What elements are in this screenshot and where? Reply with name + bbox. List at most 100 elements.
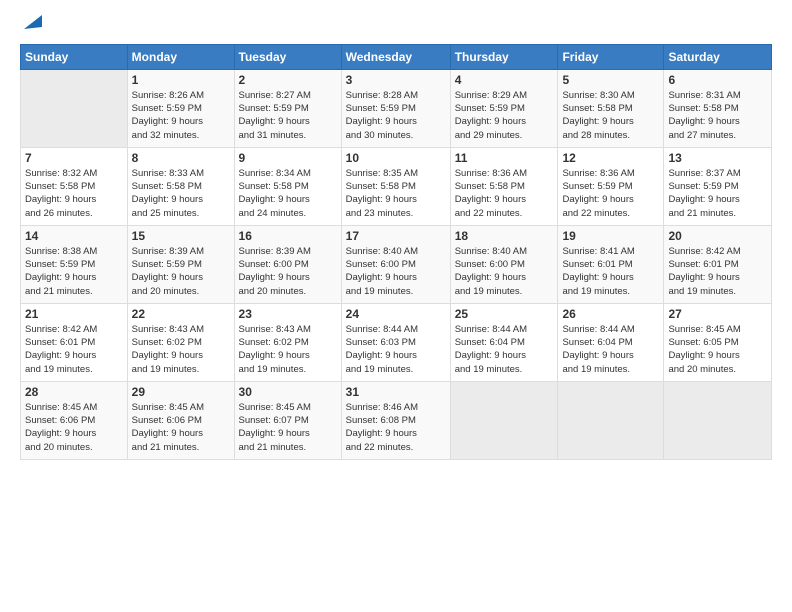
calendar-cell: 30Sunrise: 8:45 AM Sunset: 6:07 PM Dayli… — [234, 381, 341, 459]
calendar-cell: 4 Sunrise: 8:29 AM Sunset: 5:59 PM Daylig… — [450, 69, 558, 147]
day-number: 1 — [132, 73, 230, 87]
calendar-cell — [450, 381, 558, 459]
calendar-cell: 17 Sunrise: 8:40 AM Sunset: 6:00 PM Dayli… — [341, 225, 450, 303]
day-info: Sunrise: 8:41 AM Sunset: 6:01 PM Dayligh… — [562, 245, 659, 298]
header-day-friday: Friday — [558, 44, 664, 69]
day-number: 23 — [239, 307, 337, 321]
day-number: 17 — [346, 229, 446, 243]
calendar-cell: 25Sunrise: 8:44 AM Sunset: 6:04 PM Dayli… — [450, 303, 558, 381]
calendar-cell: 14 Sunrise: 8:38 AM Sunset: 5:59 PM Dayli… — [21, 225, 128, 303]
day-info: Sunrise: 8:42 AM Sunset: 6:01 PM Dayligh… — [668, 245, 767, 298]
day-info: Sunrise: 8:32 AM Sunset: 5:58 PM Dayligh… — [25, 167, 123, 220]
calendar-cell: 18 Sunrise: 8:40 AM Sunset: 6:00 PM Dayli… — [450, 225, 558, 303]
header-day-sunday: Sunday — [21, 44, 128, 69]
calendar-cell: 7 Sunrise: 8:32 AM Sunset: 5:58 PM Daylig… — [21, 147, 128, 225]
day-number: 16 — [239, 229, 337, 243]
day-info: Sunrise: 8:36 AM Sunset: 5:59 PM Dayligh… — [562, 167, 659, 220]
day-number: 15 — [132, 229, 230, 243]
day-number: 5 — [562, 73, 659, 87]
week-row-1: 7 Sunrise: 8:32 AM Sunset: 5:58 PM Daylig… — [21, 147, 772, 225]
day-info: Sunrise: 8:30 AM Sunset: 5:58 PM Dayligh… — [562, 89, 659, 142]
day-number: 9 — [239, 151, 337, 165]
day-info: Sunrise: 8:43 AM Sunset: 6:02 PM Dayligh… — [239, 323, 337, 376]
day-number: 14 — [25, 229, 123, 243]
calendar-cell: 27 Sunrise: 8:45 AM Sunset: 6:05 PM Dayli… — [664, 303, 772, 381]
day-number: 11 — [455, 151, 554, 165]
calendar-cell: 5 Sunrise: 8:30 AM Sunset: 5:58 PM Daylig… — [558, 69, 664, 147]
calendar-table: SundayMondayTuesdayWednesdayThursdayFrid… — [20, 44, 772, 460]
day-info: Sunrise: 8:26 AM Sunset: 5:59 PM Dayligh… — [132, 89, 230, 142]
day-info: Sunrise: 8:40 AM Sunset: 6:00 PM Dayligh… — [346, 245, 446, 298]
day-info: Sunrise: 8:45 AM Sunset: 6:06 PM Dayligh… — [132, 401, 230, 454]
calendar-cell: 11Sunrise: 8:36 AM Sunset: 5:58 PM Dayli… — [450, 147, 558, 225]
day-number: 2 — [239, 73, 337, 87]
day-info: Sunrise: 8:31 AM Sunset: 5:58 PM Dayligh… — [668, 89, 767, 142]
day-number: 21 — [25, 307, 123, 321]
day-info: Sunrise: 8:45 AM Sunset: 6:05 PM Dayligh… — [668, 323, 767, 376]
calendar-cell: 15Sunrise: 8:39 AM Sunset: 5:59 PM Dayli… — [127, 225, 234, 303]
calendar-cell: 6 Sunrise: 8:31 AM Sunset: 5:58 PM Daylig… — [664, 69, 772, 147]
day-number: 8 — [132, 151, 230, 165]
day-info: Sunrise: 8:34 AM Sunset: 5:58 PM Dayligh… — [239, 167, 337, 220]
day-info: Sunrise: 8:40 AM Sunset: 6:00 PM Dayligh… — [455, 245, 554, 298]
day-number: 26 — [562, 307, 659, 321]
calendar-cell: 13Sunrise: 8:37 AM Sunset: 5:59 PM Dayli… — [664, 147, 772, 225]
day-info: Sunrise: 8:42 AM Sunset: 6:01 PM Dayligh… — [25, 323, 123, 376]
day-number: 6 — [668, 73, 767, 87]
week-row-3: 21 Sunrise: 8:42 AM Sunset: 6:01 PM Dayli… — [21, 303, 772, 381]
day-info: Sunrise: 8:29 AM Sunset: 5:59 PM Dayligh… — [455, 89, 554, 142]
logo-arrow-icon — [22, 11, 44, 33]
day-info: Sunrise: 8:35 AM Sunset: 5:58 PM Dayligh… — [346, 167, 446, 220]
day-number: 7 — [25, 151, 123, 165]
week-row-4: 28Sunrise: 8:45 AM Sunset: 6:06 PM Dayli… — [21, 381, 772, 459]
day-number: 18 — [455, 229, 554, 243]
calendar-cell: 22Sunrise: 8:43 AM Sunset: 6:02 PM Dayli… — [127, 303, 234, 381]
calendar-cell: 9 Sunrise: 8:34 AM Sunset: 5:58 PM Daylig… — [234, 147, 341, 225]
calendar-cell: 31Sunrise: 8:46 AM Sunset: 6:08 PM Dayli… — [341, 381, 450, 459]
day-info: Sunrise: 8:37 AM Sunset: 5:59 PM Dayligh… — [668, 167, 767, 220]
day-info: Sunrise: 8:38 AM Sunset: 5:59 PM Dayligh… — [25, 245, 123, 298]
header-row: SundayMondayTuesdayWednesdayThursdayFrid… — [21, 44, 772, 69]
header — [20, 16, 772, 36]
page: SundayMondayTuesdayWednesdayThursdayFrid… — [0, 0, 792, 612]
day-info: Sunrise: 8:44 AM Sunset: 6:04 PM Dayligh… — [562, 323, 659, 376]
day-info: Sunrise: 8:43 AM Sunset: 6:02 PM Dayligh… — [132, 323, 230, 376]
day-number: 25 — [455, 307, 554, 321]
day-info: Sunrise: 8:28 AM Sunset: 5:59 PM Dayligh… — [346, 89, 446, 142]
calendar-cell — [664, 381, 772, 459]
calendar-cell: 21 Sunrise: 8:42 AM Sunset: 6:01 PM Dayli… — [21, 303, 128, 381]
day-info: Sunrise: 8:44 AM Sunset: 6:03 PM Dayligh… — [346, 323, 446, 376]
day-number: 24 — [346, 307, 446, 321]
day-info: Sunrise: 8:45 AM Sunset: 6:06 PM Dayligh… — [25, 401, 123, 454]
header-day-tuesday: Tuesday — [234, 44, 341, 69]
calendar-cell: 23 Sunrise: 8:43 AM Sunset: 6:02 PM Dayli… — [234, 303, 341, 381]
day-info: Sunrise: 8:39 AM Sunset: 6:00 PM Dayligh… — [239, 245, 337, 298]
calendar-cell: 2 Sunrise: 8:27 AM Sunset: 5:59 PM Daylig… — [234, 69, 341, 147]
header-day-monday: Monday — [127, 44, 234, 69]
day-number: 3 — [346, 73, 446, 87]
day-number: 4 — [455, 73, 554, 87]
day-number: 29 — [132, 385, 230, 399]
calendar-cell: 29 Sunrise: 8:45 AM Sunset: 6:06 PM Dayli… — [127, 381, 234, 459]
week-row-2: 14 Sunrise: 8:38 AM Sunset: 5:59 PM Dayli… — [21, 225, 772, 303]
day-info: Sunrise: 8:27 AM Sunset: 5:59 PM Dayligh… — [239, 89, 337, 142]
calendar-cell: 10 Sunrise: 8:35 AM Sunset: 5:58 PM Dayli… — [341, 147, 450, 225]
calendar-cell: 26 Sunrise: 8:44 AM Sunset: 6:04 PM Dayli… — [558, 303, 664, 381]
header-day-saturday: Saturday — [664, 44, 772, 69]
day-number: 19 — [562, 229, 659, 243]
header-day-thursday: Thursday — [450, 44, 558, 69]
calendar-cell: 3 Sunrise: 8:28 AM Sunset: 5:59 PM Daylig… — [341, 69, 450, 147]
day-number: 27 — [668, 307, 767, 321]
day-number: 12 — [562, 151, 659, 165]
calendar-cell: 1 Sunrise: 8:26 AM Sunset: 5:59 PM Daylig… — [127, 69, 234, 147]
day-info: Sunrise: 8:46 AM Sunset: 6:08 PM Dayligh… — [346, 401, 446, 454]
calendar-cell — [558, 381, 664, 459]
week-row-0: 1 Sunrise: 8:26 AM Sunset: 5:59 PM Daylig… — [21, 69, 772, 147]
calendar-cell: 20Sunrise: 8:42 AM Sunset: 6:01 PM Dayli… — [664, 225, 772, 303]
logo — [20, 16, 44, 36]
day-number: 10 — [346, 151, 446, 165]
day-info: Sunrise: 8:45 AM Sunset: 6:07 PM Dayligh… — [239, 401, 337, 454]
calendar-cell: 12 Sunrise: 8:36 AM Sunset: 5:59 PM Dayli… — [558, 147, 664, 225]
calendar-cell: 16 Sunrise: 8:39 AM Sunset: 6:00 PM Dayli… — [234, 225, 341, 303]
header-day-wednesday: Wednesday — [341, 44, 450, 69]
